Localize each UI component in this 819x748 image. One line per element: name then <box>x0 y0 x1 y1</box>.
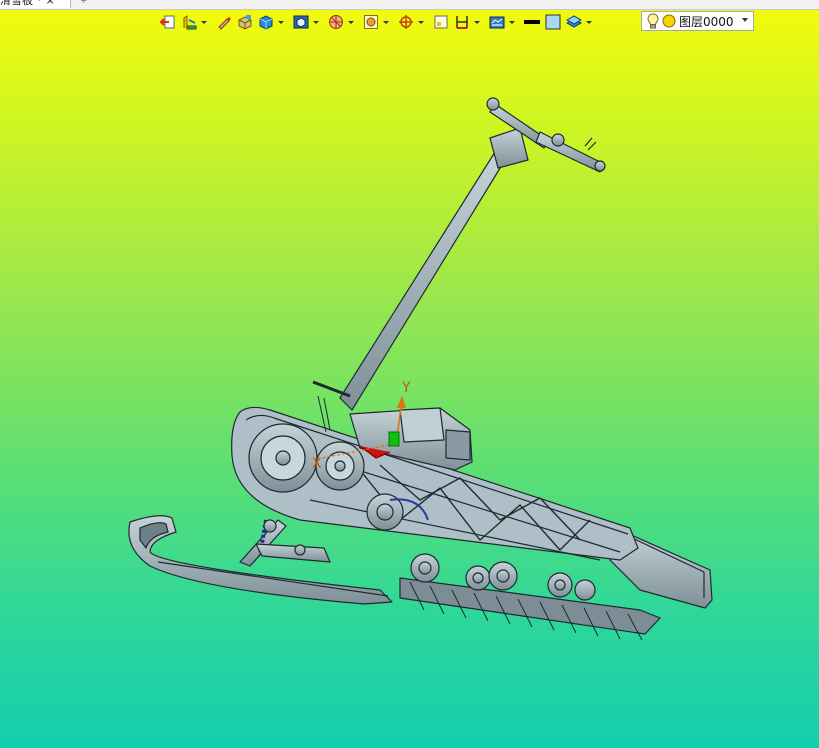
dimension-dropdown[interactable] <box>473 12 481 32</box>
section-view-icon <box>329 15 343 29</box>
layer-stack-icon <box>566 15 582 28</box>
anchor-point-icon <box>399 15 413 29</box>
sketch-tools-icon <box>183 15 197 30</box>
smart-solid-button[interactable] <box>235 12 255 32</box>
render-mode-button[interactable] <box>291 12 311 32</box>
zoom-extents-icon <box>364 15 378 29</box>
chevron-down-icon[interactable] <box>742 18 748 22</box>
blue-cube-icon <box>259 15 273 30</box>
anchor-point-dropdown[interactable] <box>417 12 425 32</box>
smart-brush-button[interactable] <box>214 12 234 32</box>
section-view-button[interactable] <box>326 12 346 32</box>
layer-dropdown[interactable]: 图层0000 <box>641 11 754 31</box>
layer-stack-dropdown[interactable] <box>585 12 593 32</box>
line-color-icon <box>524 20 540 24</box>
blue-cube-button[interactable] <box>256 12 276 32</box>
sun-icon[interactable] <box>662 14 676 28</box>
datum-plane-icon <box>489 16 505 29</box>
smart-solid-icon <box>238 15 252 30</box>
zoom-extents-dropdown[interactable] <box>382 12 390 32</box>
front-suspension[interactable] <box>239 519 331 567</box>
view-toolbar <box>158 10 599 34</box>
exit-sketch-button[interactable] <box>158 12 178 32</box>
line-color-button[interactable] <box>522 12 542 32</box>
render-mode-dropdown[interactable] <box>312 12 320 32</box>
3d-viewport[interactable]: 滑雪板 * × + Y X 图层0000 <box>0 0 819 748</box>
frame-select-icon <box>434 15 448 29</box>
dimension-icon <box>456 16 468 29</box>
anchor-point-button[interactable] <box>396 12 416 32</box>
pull-handle[interactable] <box>312 97 606 411</box>
sketch-tools-dropdown[interactable] <box>200 12 208 32</box>
dimension-button[interactable] <box>452 12 472 32</box>
datum-plane-button[interactable] <box>487 12 507 32</box>
fill-color-button[interactable] <box>543 12 563 32</box>
render-mode-icon <box>293 15 309 29</box>
layer-select-value: 图层0000 <box>679 14 734 29</box>
smart-brush-icon <box>218 17 231 30</box>
zoom-extents-button[interactable] <box>361 12 381 32</box>
section-view-dropdown[interactable] <box>347 12 355 32</box>
sketch-tools-button[interactable] <box>179 12 199 32</box>
front-ski[interactable] <box>128 515 393 605</box>
y-axis-label: Y <box>401 380 411 396</box>
layer-stack-button[interactable] <box>564 12 584 32</box>
fill-color-icon <box>545 14 561 30</box>
x-axis-label: X <box>312 456 322 472</box>
datum-plane-dropdown[interactable] <box>508 12 516 32</box>
frame-select-button[interactable] <box>431 12 451 32</box>
snowmobile-model[interactable]: Y X <box>0 0 819 748</box>
lightbulb-icon[interactable] <box>646 13 660 29</box>
blue-cube-dropdown[interactable] <box>277 12 285 32</box>
exit-sketch-icon <box>160 15 175 29</box>
